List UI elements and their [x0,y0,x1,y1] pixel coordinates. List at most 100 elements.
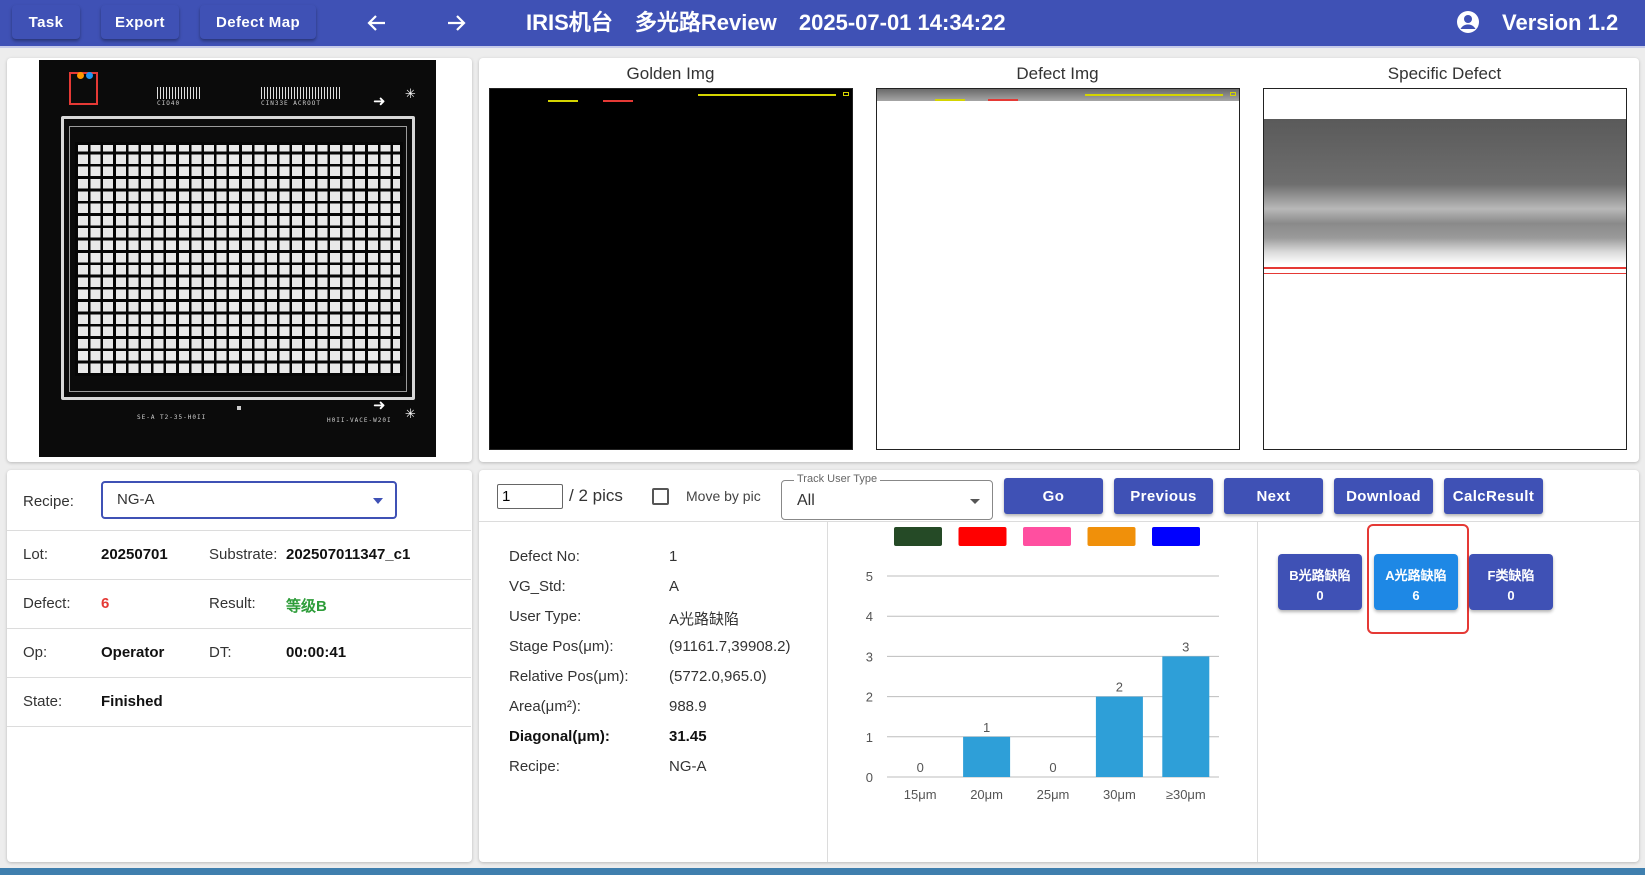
defect-marker-line [988,99,1018,101]
x-tick-label: 25μm [1037,787,1070,802]
defect-marker-box [843,92,849,96]
wafer-text: CIO40 [157,100,181,107]
diagonal-value: 31.45 [669,728,707,745]
defect-row: Defect: 6 Result: 等级B [7,580,471,629]
recipe-select-value: NG-A [117,491,155,508]
chart-bar [963,736,1011,777]
bar-data-label: 3 [1182,639,1189,654]
arrow-left-icon[interactable] [359,6,395,40]
star-icon: ✳ [405,406,416,421]
legend-swatch [1023,527,1071,546]
toolbar-divider [0,46,1645,48]
defect-marker-line [698,94,836,96]
specific-defect-image[interactable] [1263,88,1627,450]
info-card: Recipe: NG-A Lot: 20250701 Substrate: 20… [7,470,472,862]
recipe-label: Recipe: [23,493,74,510]
defect-size-chart-panel: 0 1 2 3 4 5 0 15μm 1 20μm 0 25μm 2 30μm 3 ≥30μm [829,522,1258,862]
x-tick-label: 30μm [1103,787,1136,802]
user-type-label: User Type: [509,608,582,625]
arrow-right-icon: ➜ [373,397,386,414]
specific-defect-title: Specific Defect [1387,64,1502,83]
defect-boundary-line [1264,267,1626,274]
class-button-name: F类缺陷 [1487,567,1535,583]
bar-data-label: 1 [983,720,990,735]
page-title: IRIS机台 多光路Review 2025-07-01 14:34:22 [526,0,1022,46]
x-tick-label: ≥30μm [1166,787,1206,802]
chart-bar [1162,656,1210,777]
track-user-type-value: All [797,492,815,509]
export-button[interactable]: Export [101,5,179,39]
move-by-pic-checkbox[interactable] [652,488,669,505]
arrow-right-icon[interactable] [438,6,474,40]
previous-button[interactable]: Previous [1114,478,1213,514]
detail-card: / 2 pics Move by pic Track User Type All… [479,470,1639,862]
barcode-mark [261,87,341,99]
go-button[interactable]: Go [1004,478,1103,514]
class-button[interactable]: A光路缺陷 6 [1374,554,1458,610]
y-tick-label: 5 [866,569,873,584]
recipe-select[interactable]: NG-A [101,481,397,519]
legend-swatch [1087,527,1136,546]
defect-dot [86,72,93,79]
defect-image[interactable] [876,88,1240,450]
state-label: State: [23,693,63,710]
defect-marker-line [548,100,578,102]
page-number-input[interactable] [497,484,563,509]
account-circle-icon[interactable] [1456,10,1480,34]
legend-swatch [1152,527,1200,546]
stage-pos-label: Stage Pos(μm): [509,638,614,655]
result-value: 等级B [286,598,327,615]
dt-label: DT: [209,644,232,661]
defect-class-panel: B光路缺陷 0 A光路缺陷 6 F类缺陷 0 [1259,522,1639,862]
y-tick-label: 2 [866,690,873,705]
bar-data-label: 2 [1116,680,1123,695]
op-value: Operator [101,644,165,661]
golden-image[interactable] [489,88,853,450]
next-button[interactable]: Next [1224,478,1323,514]
defect-label: Defect: [23,595,71,612]
chevron-down-icon [373,498,383,504]
defect-marker-box [1230,92,1236,96]
die-grid[interactable] [75,142,403,376]
area-value: 988.9 [669,698,707,715]
class-button-count: 0 [1316,587,1324,603]
class-button-count: 6 [1412,587,1420,603]
defect-img-title: Defect Img [1016,64,1099,83]
wafer-mark [237,406,241,410]
legend-swatch [894,527,942,546]
relative-pos-value: (5772.0,965.0) [669,668,767,685]
class-button[interactable]: B光路缺陷 0 [1278,554,1362,610]
task-button[interactable]: Task [12,5,80,39]
version-label: Version 1.2 [1502,10,1619,35]
legend-swatch [958,527,1007,546]
track-user-type-label: Track User Type [794,473,881,485]
wafer-text: SE-A T2-35-H0II [137,414,207,421]
title-mode: 多光路Review [634,10,777,35]
page-total: / 2 pics [569,486,623,505]
y-tick-label: 3 [866,649,873,664]
wafer-map-image[interactable]: CIO40 CIN33E ACROOT ➜ ✳ SE-A T2-35-H0II … [39,60,436,457]
op-label: Op: [23,644,48,661]
detail-recipe-value: NG-A [669,758,707,775]
lot-label: Lot: [23,546,49,563]
relative-pos-label: Relative Pos(μm): [509,668,629,685]
defect-marker-line [1085,94,1223,96]
y-tick-label: 0 [866,770,873,785]
dt-value: 00:00:41 [286,644,347,661]
wafer-text: H0II-VACE-W20I [327,417,392,424]
state-value: Finished [101,693,163,710]
vg-std-label: VG_Std: [509,578,566,595]
golden-img-title: Golden Img [626,64,715,83]
bottom-strip [0,868,1645,875]
class-button[interactable]: F类缺陷 0 [1469,554,1553,610]
download-button[interactable]: Download [1334,478,1433,514]
defect-map-button[interactable]: Defect Map [200,5,316,39]
y-tick-label: 1 [866,730,873,745]
track-user-type-select[interactable]: Track User Type All [781,473,993,520]
defect-detail-list: Defect No: 1 VG_Std: A User Type: A光路缺陷 … [479,522,828,862]
substrate-label: Substrate: [209,546,278,563]
substrate-value: 202507011347_c1 [286,546,411,563]
defect-no-value: 1 [669,548,678,565]
bar-data-label: 0 [917,760,924,775]
calc-result-button[interactable]: CalcResult [1444,478,1543,514]
